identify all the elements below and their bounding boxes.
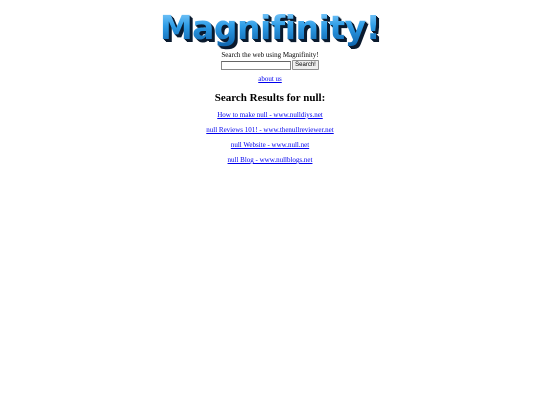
magnifinity-logo: Magnifinity!	[159, 8, 381, 47]
about-us-link[interactable]: about us	[258, 75, 282, 83]
logo-container: Magnifinity!	[0, 8, 540, 52]
results-heading: Search Results for null:	[214, 92, 326, 104]
search-caption: Search the web using Magnifinity!	[221, 51, 319, 59]
result-link[interactable]: null Website - www.null.net	[231, 141, 309, 149]
search-button[interactable]: Search!	[292, 60, 319, 70]
about-section: about us	[0, 75, 540, 84]
page: Magnifinity! Search the web using Magnif…	[0, 0, 540, 405]
search-input[interactable]	[221, 60, 292, 70]
results-list: How to make null - www.nulldiys.net null…	[0, 111, 540, 171]
search-form: Search the web using Magnifinity! Search…	[0, 51, 540, 70]
search-row: Search!	[221, 60, 319, 70]
result-link[interactable]: null Reviews 101! - www.thenullreviewer.…	[206, 126, 333, 134]
result-item: null Website - www.null.net	[0, 141, 540, 156]
result-item: null Reviews 101! - www.thenullreviewer.…	[0, 126, 540, 141]
result-link[interactable]: null Blog - www.nullblogs.net	[228, 156, 313, 164]
result-item: null Blog - www.nullblogs.net	[0, 156, 540, 171]
result-item: How to make null - www.nulldiys.net	[0, 111, 540, 126]
result-link[interactable]: How to make null - www.nulldiys.net	[217, 111, 323, 119]
